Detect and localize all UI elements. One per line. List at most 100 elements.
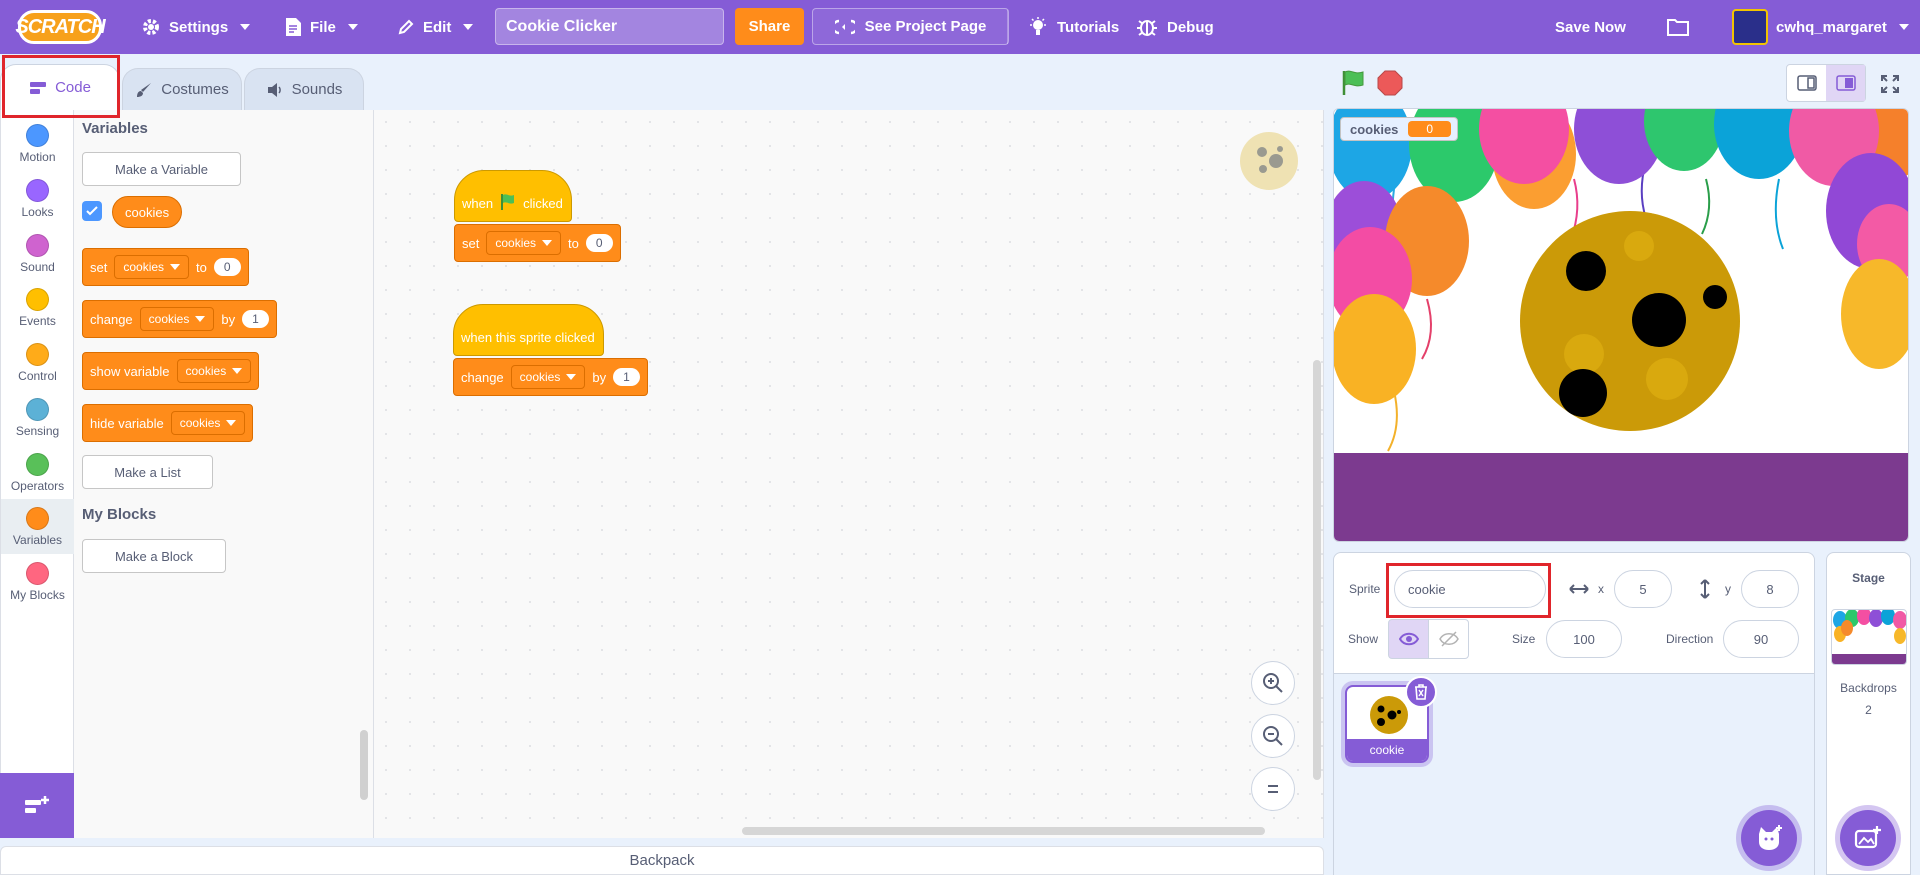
sprite-label: Sprite	[1349, 582, 1381, 596]
value-input[interactable]: 1	[242, 310, 269, 328]
debug-button[interactable]: Debug	[1135, 0, 1214, 54]
variable-monitor[interactable]: cookies 0	[1340, 117, 1459, 141]
category-sound[interactable]: Sound	[1, 226, 74, 281]
variable-dropdown[interactable]: cookies	[114, 255, 190, 279]
variable-dropdown[interactable]: cookies	[176, 359, 252, 383]
dropdown-arrow-icon	[566, 374, 577, 380]
block-text: when	[462, 196, 494, 211]
when-flag-clicked-block[interactable]: when clicked	[454, 170, 572, 222]
set-variable-block[interactable]: set cookies to 0	[82, 248, 249, 286]
set-variable-block[interactable]: set cookies to 0	[454, 224, 621, 262]
debug-label: Debug	[1167, 18, 1214, 36]
chevron-down-icon	[1898, 24, 1909, 30]
change-variable-block[interactable]: change cookies by 1	[453, 358, 648, 396]
stage-size-toggle	[1786, 64, 1866, 102]
tutorials-button[interactable]: Tutorials	[1027, 0, 1119, 54]
make-variable-button[interactable]: Make a Variable	[82, 152, 241, 186]
variable-reporter[interactable]: cookies	[112, 196, 183, 228]
see-project-page-button[interactable]: See Project Page	[812, 8, 1009, 45]
pencil-icon	[398, 19, 414, 35]
hide-variable-block[interactable]: hide variable cookies	[82, 404, 254, 442]
small-stage-button[interactable]	[1787, 65, 1826, 101]
file-menu[interactable]: File	[284, 0, 358, 54]
block-text: by	[592, 369, 607, 385]
hide-sprite-button[interactable]	[1428, 619, 1469, 659]
account-menu[interactable]: cwhq_margaret	[1732, 0, 1909, 54]
share-button[interactable]: Share	[735, 8, 804, 45]
x-input[interactable]: 5	[1614, 570, 1672, 608]
block-text: set	[90, 259, 108, 275]
backdrop-thumbnail[interactable]	[1831, 609, 1907, 665]
make-list-button[interactable]: Make a List	[82, 455, 213, 489]
y-input[interactable]: 8	[1741, 570, 1799, 608]
scratch-logo[interactable]: SCRATCH	[15, 10, 106, 44]
stop-button[interactable]	[1377, 70, 1403, 96]
workspace-horizontal-scrollbar[interactable]	[742, 827, 1265, 835]
show-sprite-button[interactable]	[1388, 619, 1429, 659]
show-variable-block[interactable]: show variable cookies	[82, 352, 260, 390]
avatar	[1732, 9, 1768, 45]
zoom-reset-button[interactable]	[1251, 767, 1295, 811]
category-control[interactable]: Control	[1, 335, 74, 390]
category-label: Sensing	[15, 424, 60, 438]
category-my-blocks[interactable]: My Blocks	[1, 554, 74, 609]
dropdown-value: cookies	[179, 416, 221, 430]
show-label: Show	[1348, 632, 1379, 646]
settings-menu[interactable]: Settings	[141, 0, 251, 54]
palette-scrollbar[interactable]	[360, 730, 368, 800]
folder-icon	[1667, 19, 1689, 36]
fullscreen-button[interactable]	[1872, 66, 1908, 102]
size-input[interactable]: 100	[1546, 620, 1622, 658]
zoom-in-button[interactable]	[1251, 661, 1295, 705]
lightbulb-icon	[1030, 17, 1046, 35]
save-now-button[interactable]: Save Now	[1555, 0, 1626, 54]
edit-menu[interactable]: Edit	[397, 0, 474, 54]
dropdown-value: cookies	[495, 236, 537, 250]
zoom-out-button[interactable]	[1251, 714, 1295, 758]
block-text: by	[221, 311, 236, 327]
category-label: Looks	[21, 205, 54, 219]
highlight-box	[1386, 563, 1551, 618]
category-operators[interactable]: Operators	[1, 445, 74, 500]
category-variables[interactable]: Variables	[1, 499, 74, 554]
block-text: change	[90, 311, 133, 327]
chevron-down-icon	[347, 24, 358, 30]
workspace-vertical-scrollbar[interactable]	[1313, 360, 1321, 780]
category-motion[interactable]: Motion	[1, 116, 74, 171]
variable-checkbox[interactable]	[82, 201, 102, 221]
direction-label: Direction	[1666, 632, 1714, 646]
when-sprite-clicked-block[interactable]: when this sprite clicked	[453, 304, 604, 356]
category-looks[interactable]: Looks	[1, 171, 74, 226]
delete-sprite-button[interactable]	[1405, 676, 1437, 708]
trash-icon	[1415, 684, 1427, 700]
backpack[interactable]: Backpack	[0, 846, 1324, 875]
add-backdrop-button[interactable]	[1840, 810, 1896, 866]
variable-dropdown[interactable]: cookies	[170, 411, 246, 435]
add-sprite-button[interactable]	[1741, 810, 1797, 866]
tab-costumes[interactable]: Costumes	[122, 68, 242, 110]
category-sensing[interactable]: Sensing	[1, 390, 74, 445]
value-input[interactable]: 1	[613, 368, 640, 386]
value-input[interactable]: 0	[213, 258, 241, 276]
stage-canvas[interactable]	[1333, 108, 1909, 542]
category-events[interactable]: Events	[1, 280, 74, 335]
large-stage-button[interactable]	[1826, 65, 1865, 101]
change-variable-block[interactable]: change cookies by 1	[82, 300, 277, 338]
green-flag-button[interactable]	[1340, 69, 1368, 97]
value-input[interactable]: 0	[585, 234, 613, 252]
zoom-out-icon	[1263, 726, 1283, 746]
variable-dropdown[interactable]: cookies	[139, 307, 215, 331]
direction-input[interactable]: 90	[1723, 620, 1799, 658]
add-extension-button[interactable]	[0, 773, 74, 838]
variable-dropdown[interactable]: cookies	[486, 231, 562, 255]
tab-sounds[interactable]: Sounds	[244, 68, 364, 110]
my-blocks-heading: My Blocks	[82, 506, 157, 523]
make-block-button[interactable]: Make a Block	[82, 539, 226, 573]
sprite-tile-label: cookie	[1347, 739, 1427, 761]
my-stuff-button[interactable]	[1666, 0, 1690, 54]
variable-dropdown[interactable]: cookies	[510, 365, 586, 389]
stop-sign-icon	[1377, 70, 1403, 96]
project-title-input[interactable]	[495, 8, 724, 45]
block-text: to	[196, 259, 207, 275]
dropdown-arrow-icon	[226, 420, 237, 426]
